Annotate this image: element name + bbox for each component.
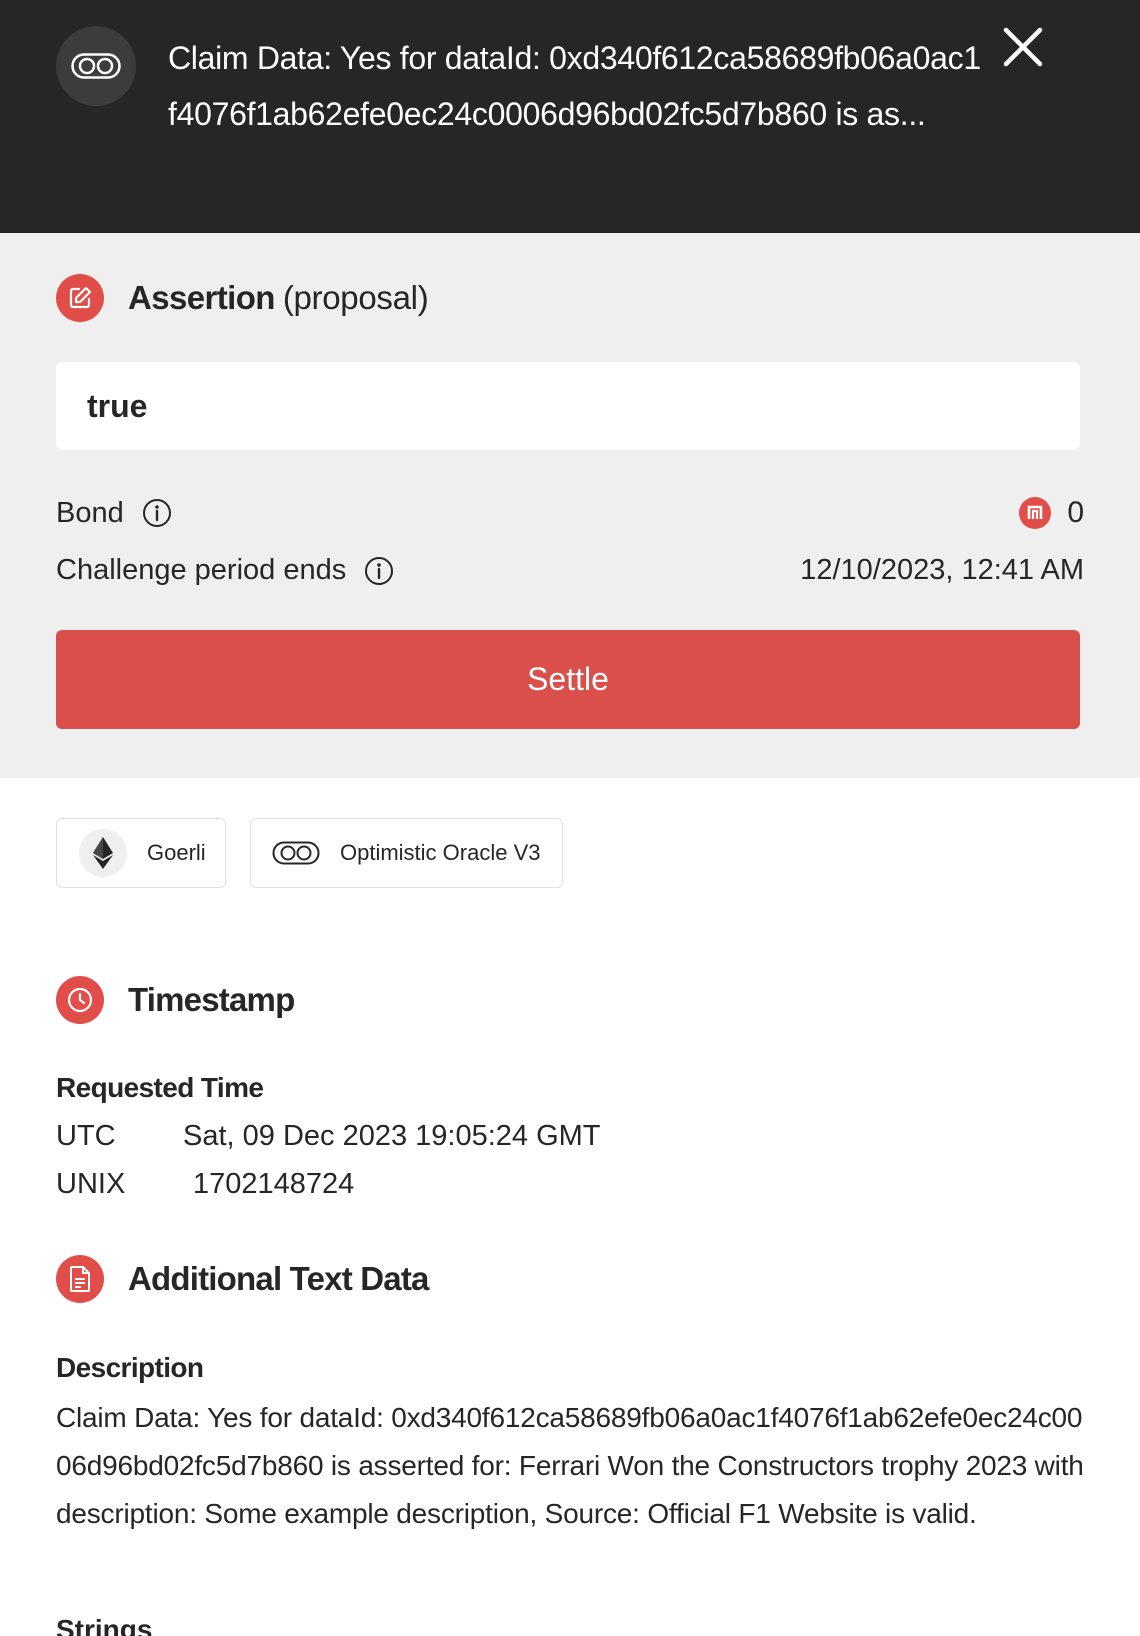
description-label: Description <box>56 1352 204 1383</box>
assertion-subtitle: (proposal) <box>282 279 429 316</box>
network-label: Goerli <box>147 840 206 865</box>
strings-label: Strings <box>56 1614 153 1636</box>
utc-row: UTC Sat, 09 Dec 2023 19:05:24 GMT <box>56 1120 601 1153</box>
bond-row: Bond 0 <box>56 496 1084 530</box>
text-data-title: Additional Text Data <box>128 1260 429 1297</box>
header: Claim Data: Yes for dataId: 0xd340f612ca… <box>0 0 1140 233</box>
info-icon[interactable] <box>364 556 394 586</box>
header-title: Claim Data: Yes for dataId: 0xd340f612ca… <box>168 40 981 132</box>
close-button[interactable] <box>998 22 1048 72</box>
assertion-section: Assertion (proposal) true Bond 0 Challen… <box>0 233 1140 778</box>
info-icon[interactable] <box>142 498 172 528</box>
edit-icon <box>56 274 104 322</box>
uma-token-icon <box>1019 497 1052 529</box>
unix-row: UNIX 1702148724 <box>56 1168 354 1201</box>
network-chip[interactable]: Goerli <box>56 818 226 888</box>
challenge-label: Challenge period ends <box>56 554 347 586</box>
text-data-heading: Additional Text Data <box>56 1255 429 1303</box>
unix-value: 1702148724 <box>193 1168 355 1200</box>
timestamp-title: Timestamp <box>128 981 295 1018</box>
settle-button[interactable]: Settle <box>56 630 1080 729</box>
challenge-value: 12/10/2023, 12:41 AM <box>800 554 1084 586</box>
assertion-title: Assertion <box>128 279 275 316</box>
challenge-row: Challenge period ends 12/10/2023, 12:41 … <box>56 554 1084 587</box>
ethereum-icon <box>79 829 127 877</box>
description-text: Claim Data: Yes for dataId: 0xd340f612ca… <box>56 1402 1084 1529</box>
requested-time-label: Requested Time <box>56 1072 264 1103</box>
utc-label: UTC <box>56 1120 116 1152</box>
bond-value: 0 <box>1067 496 1084 529</box>
oracle-label: Optimistic Oracle V3 <box>340 840 541 865</box>
assertion-heading: Assertion (proposal) <box>56 274 429 322</box>
bond-label: Bond <box>56 496 124 529</box>
oracle-chip[interactable]: Optimistic Oracle V3 <box>250 818 563 888</box>
unix-label: UNIX <box>56 1168 126 1200</box>
close-icon <box>1003 27 1043 67</box>
oracle-logo-icon <box>56 26 136 106</box>
timestamp-heading: Timestamp <box>56 976 295 1024</box>
clock-icon <box>56 976 104 1024</box>
document-icon <box>56 1255 104 1303</box>
assertion-value: true <box>56 362 1080 450</box>
utc-value: Sat, 09 Dec 2023 19:05:24 GMT <box>183 1120 601 1152</box>
oracle-logo-icon <box>272 841 320 865</box>
